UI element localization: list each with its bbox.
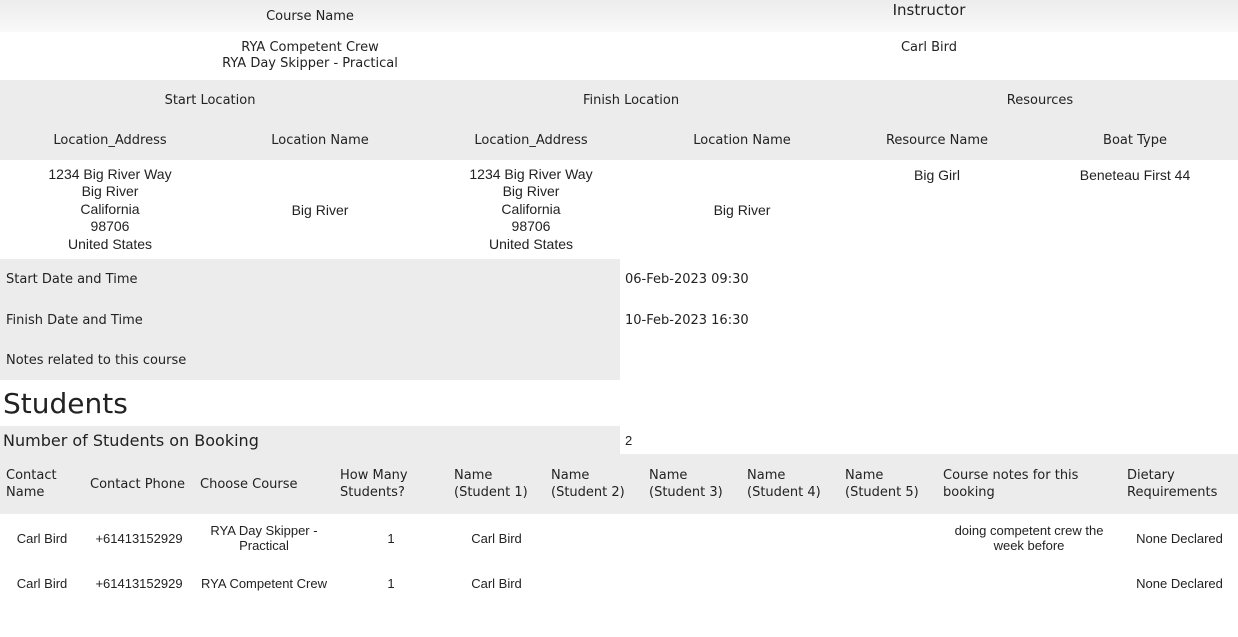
col-student-4: Name (Student 4) [741, 454, 839, 514]
student-count-row: Number of Students on Booking 2 [0, 426, 1238, 454]
student-1-cell: Carl Bird [471, 530, 522, 546]
course-names-cell: RYA Competent Crew RYA Day Skipper - Pra… [0, 32, 620, 80]
finish-datetime-label: Finish Date and Time [0, 300, 620, 340]
student-3-cell [643, 514, 741, 562]
col-contact-phone: Contact Phone [84, 454, 194, 514]
student-5-cell [839, 514, 937, 562]
start-location-name-col: Location Name [271, 132, 369, 148]
course-values-row: RYA Competent Crew RYA Day Skipper - Pra… [0, 32, 1238, 80]
student-5-cell [839, 562, 937, 604]
course-name-2: RYA Day Skipper - Practical [222, 56, 398, 71]
col-student-5: Name (Student 5) [839, 454, 937, 514]
col-choose-course: Choose Course [194, 454, 334, 514]
instructor-name: Carl Bird [900, 40, 958, 55]
boat-type: Beneteau First 44 [1079, 167, 1191, 183]
col-dietary-requirements: Dietary Requirements [1121, 454, 1238, 514]
finish-datetime-value: 10-Feb-2023 16:30 [625, 312, 749, 328]
finish-location-address: 1234 Big River Way Big River California … [420, 160, 642, 259]
student-2-cell [545, 514, 643, 562]
start-datetime-row: Start Date and Time 06-Feb-2023 09:30 [0, 259, 1238, 300]
locations-values-row: 1234 Big River Way Big River California … [0, 160, 1238, 259]
course-cell: RYA Day Skipper - Practical [210, 523, 318, 553]
contact-name-cell: Carl Bird [16, 530, 68, 546]
student-2-cell [545, 562, 643, 604]
start-location-address: 1234 Big River Way Big River California … [0, 160, 220, 259]
resource-name-col: Resource Name [885, 132, 989, 148]
finish-address-line: Big River [502, 183, 560, 200]
table-row: Carl Bird +61413152929 RYA Day Skipper -… [0, 514, 1238, 562]
contact-phone-cell: +61413152929 [95, 530, 183, 546]
course-notes-value [620, 340, 1238, 380]
course-header-row: Course Name Instructor [0, 0, 1238, 32]
booking-notes-cell [937, 562, 1121, 604]
students-table-header: Contact Name Contact Phone Choose Course… [0, 454, 1238, 514]
finish-location-name-col: Location Name [693, 132, 791, 148]
resources-header: Resources [1006, 92, 1074, 108]
student-count-cell: 1 [387, 575, 395, 591]
start-datetime-label: Start Date and Time [0, 259, 620, 300]
dietary-cell: None Declared [1136, 575, 1223, 591]
booking-notes-cell: doing competent crew the week before [954, 523, 1104, 553]
resource-name: Big Girl [914, 167, 960, 183]
col-student-1: Name (Student 1) [448, 454, 545, 514]
instructor-header: Instructor [620, 0, 1238, 32]
col-contact-name: Contact Name [0, 454, 84, 514]
start-address-line: 98706 [90, 218, 130, 235]
finish-address-line: California [501, 200, 561, 217]
course-notes-row: Notes related to this course [0, 340, 1238, 380]
finish-location-address-col: Location_Address [474, 132, 588, 148]
start-address-line: Big River [81, 183, 139, 200]
start-location-header: Start Location [164, 92, 256, 108]
boat-type-col: Boat Type [1103, 132, 1167, 148]
students-table: Contact Name Contact Phone Choose Course… [0, 454, 1238, 604]
finish-address-line: 1234 Big River Way [469, 165, 593, 182]
finish-address-line: United States [488, 235, 574, 252]
table-row: Carl Bird +61413152929 RYA Competent Cre… [0, 562, 1238, 604]
course-notes-label: Notes related to this course [0, 340, 620, 380]
finish-datetime-row: Finish Date and Time 10-Feb-2023 16:30 [0, 300, 1238, 340]
start-address-line: California [80, 200, 140, 217]
course-name-1: RYA Competent Crew [241, 40, 379, 55]
col-student-3: Name (Student 3) [643, 454, 741, 514]
start-address-line: 1234 Big River Way [48, 165, 172, 182]
finish-location-header: Finish Location [582, 92, 680, 108]
dietary-cell: None Declared [1136, 530, 1223, 546]
student-1-cell: Carl Bird [471, 575, 522, 591]
contact-phone-cell: +61413152929 [95, 575, 183, 591]
student-4-cell [741, 562, 839, 604]
course-name-header: Course Name [0, 0, 620, 32]
start-location-name: Big River [291, 201, 349, 218]
students-heading: Students [3, 386, 128, 420]
col-how-many-students: How Many Students? [334, 454, 448, 514]
locations-group-header: Start Location Finish Location Resources [0, 80, 1238, 120]
start-location-address-col: Location_Address [53, 132, 167, 148]
course-cell: RYA Competent Crew [201, 575, 327, 591]
col-booking-notes: Course notes for this booking [937, 454, 1121, 514]
student-3-cell [643, 562, 741, 604]
student-count-value: 2 [625, 432, 633, 448]
start-address-line: United States [67, 235, 153, 252]
col-student-2: Name (Student 2) [545, 454, 643, 514]
finish-location-name: Big River [713, 201, 771, 218]
start-datetime-value: 06-Feb-2023 09:30 [625, 272, 749, 287]
student-count-label: Number of Students on Booking [0, 426, 620, 454]
contact-name-cell: Carl Bird [16, 575, 68, 591]
locations-columns-header: Location_Address Location Name Location_… [0, 120, 1238, 160]
finish-address-line: 98706 [511, 218, 551, 235]
student-4-cell [741, 514, 839, 562]
student-count-cell: 1 [387, 530, 395, 546]
